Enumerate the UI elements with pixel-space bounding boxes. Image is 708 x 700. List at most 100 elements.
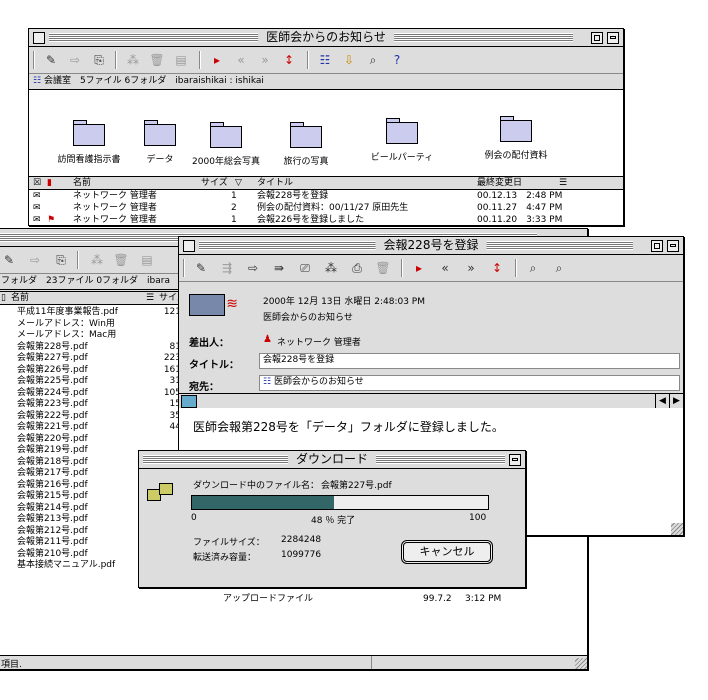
thread-icon[interactable]: ⁂ — [125, 52, 141, 68]
col-title[interactable]: タイトル — [257, 177, 293, 189]
zoom-box[interactable] — [651, 240, 663, 252]
cancel-button[interactable]: キャンセル — [403, 542, 491, 562]
folder-item[interactable]: ビールパーティ — [347, 118, 457, 163]
file-name: メールアドレス：Mac用 — [17, 330, 117, 340]
list-item[interactable]: ✉ ネットワーク 管理者 1 会報228号を登録 00.12.13 2:48 P… — [29, 190, 623, 202]
resize-grip[interactable] — [575, 658, 587, 669]
next-icon[interactable]: » — [463, 260, 479, 276]
attach-icon[interactable]: ⎘ — [91, 52, 107, 68]
file-name: 会報第227号.pdf — [17, 353, 88, 363]
col-name[interactable]: 名前 — [73, 177, 91, 189]
mail-stamp-icon: ≋ — [189, 294, 238, 316]
priority-icon[interactable]: ↕ — [489, 260, 505, 276]
trash-icon[interactable]: 🗑 — [149, 52, 165, 68]
dialog-download: ダウンロード ダウンロード中のファイル名： 会報第227号.pdf 0 48 ％… — [138, 450, 526, 588]
col-name[interactable]: 名前 — [11, 292, 29, 304]
folder-pane: 訪問看護指示書 データ 2000年総会写真 旅行の写真 ビールパーティ 例会の配… — [29, 90, 623, 176]
user-icon: ♟ — [263, 334, 272, 345]
collapse-box[interactable] — [667, 240, 679, 252]
forward-icon[interactable]: ⇶ — [219, 260, 235, 276]
toolbar-message: ✎ ⇶ ⇨ ⇛ ⎚ ⁂ ⎙ 🗑 ▸ « » ↕ ⌕ ⌕ — [179, 255, 683, 282]
scroll-thumb[interactable] — [181, 395, 197, 408]
resize-grip[interactable] — [671, 523, 683, 535]
message-list: ✉ ネットワーク 管理者 1 会報228号を登録 00.12.13 2:48 P… — [29, 190, 623, 225]
column-menu-icon[interactable]: ☰ — [559, 177, 567, 189]
prev-icon[interactable]: « — [233, 52, 249, 68]
search-icon[interactable]: ⌕ — [525, 260, 541, 276]
reply-icon[interactable]: ⇨ — [27, 252, 43, 268]
to-field[interactable]: ☷ 医師会からのお知らせ — [259, 375, 680, 391]
search-icon[interactable]: ⌕ — [365, 52, 381, 68]
reply-icon[interactable]: ⇨ — [67, 52, 83, 68]
scroll-left-arrow[interactable]: ◀ — [655, 394, 669, 408]
folder-icon — [290, 122, 322, 148]
titlebar-conference[interactable]: 医師会からのお知らせ — [29, 29, 623, 47]
zoom-box[interactable] — [591, 32, 603, 44]
red-flag-icon: ⚑ — [47, 215, 56, 225]
folder-item[interactable]: 旅行の写真 — [251, 122, 361, 167]
info-icon[interactable]: ▤ — [139, 252, 155, 268]
priority-icon[interactable]: ↕ — [281, 52, 297, 68]
folder-item[interactable]: 例会の配付資料 — [461, 116, 571, 161]
mail-col-icon: ☒ — [33, 178, 42, 188]
attach-icon[interactable]: ⎘ — [53, 252, 69, 268]
file-name: 会報第219号.pdf — [17, 445, 88, 455]
collapse-box[interactable] — [607, 32, 619, 44]
titlebar-download[interactable]: ダウンロード — [139, 451, 525, 469]
flag-next-icon[interactable]: ▸ — [209, 52, 225, 68]
folder-icon — [500, 116, 532, 142]
reply-icon[interactable]: ⇨ — [245, 260, 261, 276]
list-item[interactable]: ✉ ⚑ ネットワーク 管理者 1 会報226号を登録しました 00.11.20 … — [29, 214, 623, 225]
people-icon[interactable]: ☷ — [317, 52, 333, 68]
new-message-icon[interactable]: ✎ — [1, 252, 17, 268]
file-name: 会報第214号.pdf — [17, 502, 88, 513]
new-message-icon[interactable]: ✎ — [193, 260, 209, 276]
file-name: 会報第218号.pdf — [17, 456, 88, 467]
toolbar-conference: ✎ ⇨ ⎘ ⁂ 🗑 ▤ ▸ « » ↕ ☷ ⇩ ⌕ ? — [29, 47, 623, 74]
file-name: メールアドレス：Win用 — [17, 318, 115, 329]
file-name: 会報第221号.pdf — [17, 422, 88, 432]
computers-icon — [147, 483, 173, 503]
file-name: 会報第210号.pdf — [17, 548, 88, 559]
list-item[interactable]: ✉ ネットワーク 管理者 2 例会の配付資料：00/11/27 原田先生 00.… — [29, 202, 623, 214]
mail-icon: ✉ — [33, 215, 41, 225]
titlebar-message[interactable]: 会報228号を登録 — [179, 237, 683, 255]
info-icon[interactable]: ▤ — [173, 52, 189, 68]
progress-bar — [191, 495, 489, 510]
flag-next-icon[interactable]: ▸ — [411, 260, 427, 276]
progress-fill — [192, 496, 335, 509]
download-icon[interactable]: ⇩ — [341, 52, 357, 68]
prev-icon[interactable]: « — [437, 260, 453, 276]
close-box[interactable] — [183, 240, 195, 252]
file-name: 会報第225号.pdf — [17, 376, 88, 386]
sort-icon[interactable]: ▽ — [235, 177, 242, 189]
horizontal-scrollbar[interactable]: ◀ ▶ — [179, 393, 683, 409]
file-name: 会報第223号.pdf — [17, 399, 88, 409]
window-conference: 医師会からのお知らせ ✎ ⇨ ⎘ ⁂ 🗑 ▤ ▸ « » ↕ ☷ ⇩ ⌕ ? ☷… — [28, 28, 624, 226]
conference-icon: ☷ — [263, 377, 272, 387]
mail-icon: ✉ — [33, 191, 41, 201]
thread-icon[interactable]: ⁂ — [323, 260, 339, 276]
next-icon[interactable]: » — [257, 52, 273, 68]
search-next-icon[interactable]: ⌕ — [551, 260, 567, 276]
print-icon[interactable]: ⎙ — [349, 260, 365, 276]
col-date[interactable]: 最終変更日 — [477, 177, 522, 189]
trash-icon[interactable]: 🗑 — [375, 260, 391, 276]
trash-icon[interactable]: 🗑 — [113, 252, 129, 268]
close-box[interactable] — [33, 32, 45, 44]
subject-field[interactable]: 会報228号を登録 — [259, 353, 680, 369]
folder-icon — [210, 122, 242, 148]
file-row-extra[interactable]: アップロードファイル 99.7.2 3:12 PM — [0, 593, 587, 605]
collapse-box[interactable] — [509, 454, 521, 466]
thread-icon[interactable]: ⁂ — [89, 252, 105, 268]
new-message-icon[interactable]: ✎ — [43, 52, 59, 68]
col-size[interactable]: サイズ — [201, 177, 228, 189]
column-menu-icon[interactable]: ☰ — [146, 292, 154, 304]
reply-all-icon[interactable]: ⇛ — [271, 260, 287, 276]
mailbox-icon[interactable]: ⎚ — [297, 260, 313, 276]
scroll-right-arrow[interactable]: ▶ — [669, 394, 683, 408]
help-icon[interactable]: ? — [389, 52, 405, 68]
file-name: 会報第215号.pdf — [17, 491, 88, 501]
file-name: 会報第212号.pdf — [17, 525, 88, 536]
status-bar: 項目. — [0, 655, 587, 669]
